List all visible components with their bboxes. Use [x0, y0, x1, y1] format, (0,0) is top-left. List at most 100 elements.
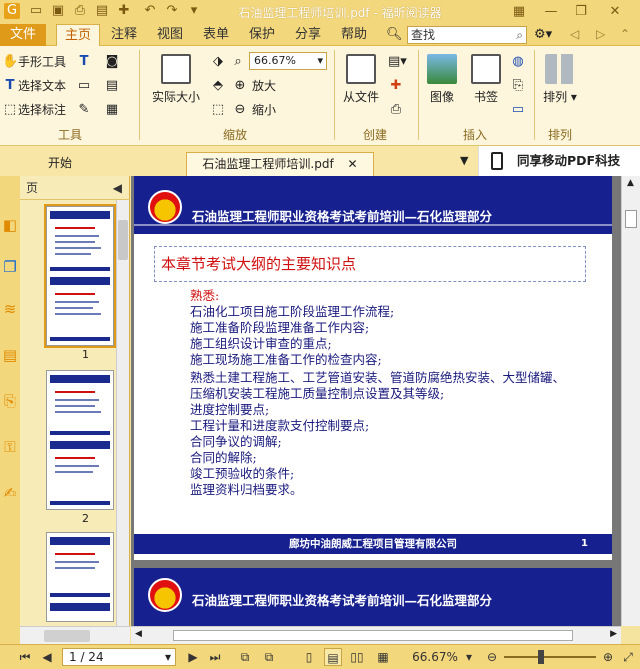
- create-clipboard-icon[interactable]: ✚: [388, 78, 404, 94]
- close-button[interactable]: ✕: [604, 2, 626, 22]
- tab-home[interactable]: 主页: [56, 24, 100, 46]
- typewriter-icon[interactable]: T: [76, 54, 92, 70]
- first-page-icon[interactable]: ⏮: [16, 648, 34, 666]
- tab-view[interactable]: 视图: [150, 24, 190, 46]
- zoom-select[interactable]: 66.67% ▾: [249, 52, 327, 70]
- tab-comment[interactable]: 注释: [104, 24, 144, 46]
- attachments-panel-icon[interactable]: ⎘: [1, 392, 19, 410]
- status-zoom-in-icon[interactable]: ⊕: [600, 648, 616, 666]
- layout-icon[interactable]: ▦: [508, 2, 530, 22]
- panel-hscroll-thumb[interactable]: [44, 630, 90, 642]
- panel-scroll-thumb[interactable]: [118, 220, 128, 260]
- zoom-slider[interactable]: [504, 656, 596, 658]
- signature-panel-icon[interactable]: ✍: [1, 484, 19, 502]
- last-page-icon[interactable]: ⏭: [206, 648, 224, 666]
- tab-help[interactable]: 帮助: [334, 24, 374, 46]
- phone-icon: [491, 152, 503, 170]
- next-page-icon[interactable]: ▶: [184, 648, 202, 666]
- undo-icon[interactable]: ↶: [142, 3, 158, 19]
- save-icon[interactable]: ▣: [50, 3, 66, 19]
- attachment-icon[interactable]: ⎘: [510, 78, 526, 94]
- facing-page-icon[interactable]: ▯▯: [348, 648, 366, 666]
- restore-button[interactable]: ❐: [570, 2, 592, 22]
- hand-tool-button[interactable]: 手形工具: [18, 54, 66, 70]
- zoom-out-button[interactable]: 缩小: [252, 102, 276, 118]
- tab-list-icon[interactable]: ▼: [460, 154, 468, 167]
- page-number-input[interactable]: 1 / 24 ▾: [62, 648, 176, 666]
- page-thumbnail[interactable]: [46, 370, 114, 510]
- close-icon[interactable]: ✕: [348, 157, 358, 171]
- document-hscrollbar[interactable]: ◀ ▶: [131, 626, 621, 644]
- highlight-icon[interactable]: ✎: [76, 102, 92, 118]
- zoom-icon[interactable]: ⌕: [230, 54, 246, 70]
- ribbon-collapse-icon[interactable]: ⌃: [620, 27, 630, 41]
- file-menu[interactable]: 文件: [0, 24, 46, 46]
- tab-start[interactable]: 开始: [30, 152, 90, 176]
- search-input[interactable]: 查找 ⌕: [407, 26, 527, 44]
- continuous-facing-icon[interactable]: ▦: [374, 648, 392, 666]
- panel-hscrollbar[interactable]: [20, 626, 130, 644]
- redo-icon[interactable]: ↷: [164, 3, 180, 19]
- select-text-button[interactable]: 选择文本: [18, 78, 66, 94]
- link-icon[interactable]: ◍: [510, 54, 526, 70]
- create-dropdown-icon[interactable]: ▤▾: [388, 54, 407, 70]
- document-vscrollbar[interactable]: ▲: [621, 176, 640, 626]
- create-scan-icon[interactable]: ⎙: [388, 102, 404, 118]
- actual-size-button[interactable]: 实际大小: [148, 54, 204, 105]
- print-icon[interactable]: ⎙: [72, 3, 88, 19]
- fit-width-icon[interactable]: ⬘: [210, 78, 226, 94]
- note-icon[interactable]: ▭: [76, 78, 92, 94]
- snapshot-icon[interactable]: ◙: [104, 54, 120, 70]
- zoom-slider-handle[interactable]: [538, 650, 544, 664]
- stamp-icon[interactable]: ▦: [104, 102, 120, 118]
- tab-protect[interactable]: 保护: [242, 24, 282, 46]
- continuous-page-icon[interactable]: ▤: [324, 648, 342, 666]
- open-icon[interactable]: ▭: [28, 3, 44, 19]
- pages-panel-icon[interactable]: ❐: [1, 258, 19, 276]
- clipboard-icon[interactable]: ▤: [104, 78, 120, 94]
- prev-view-icon[interactable]: ⧉: [236, 648, 254, 666]
- nav-forward-icon[interactable]: ▷: [596, 27, 605, 41]
- minimize-button[interactable]: —: [540, 2, 562, 22]
- search-icon[interactable]: ⌕: [516, 27, 523, 43]
- tab-form[interactable]: 表单: [196, 24, 236, 46]
- new-icon[interactable]: ✚: [116, 3, 132, 19]
- scroll-right-icon[interactable]: ▶: [610, 629, 617, 639]
- select-annotation-button[interactable]: 选择标注: [18, 102, 66, 118]
- chevron-down-icon[interactable]: ▾: [165, 649, 171, 665]
- scroll-left-icon[interactable]: ◀: [135, 629, 142, 639]
- layers-panel-icon[interactable]: ≋: [1, 300, 19, 318]
- zoom-dropdown-icon[interactable]: ▾: [462, 648, 476, 666]
- scan-icon[interactable]: ▤: [94, 3, 110, 19]
- panel-scrollbar[interactable]: [116, 200, 129, 636]
- fullscreen-icon[interactable]: ⤢: [620, 648, 636, 666]
- fit-page-icon[interactable]: ⬗: [210, 54, 226, 70]
- zoom-in-button[interactable]: 放大: [252, 78, 276, 94]
- next-view-icon[interactable]: ⧉: [260, 648, 278, 666]
- status-zoom-out-icon[interactable]: ⊖: [484, 648, 500, 666]
- gear-icon[interactable]: ⚙▾: [534, 27, 552, 42]
- security-panel-icon[interactable]: ⚿: [1, 438, 19, 456]
- prev-page-icon[interactable]: ◀: [38, 648, 56, 666]
- bookmark-panel-icon[interactable]: ◧: [1, 216, 19, 234]
- tab-current-document[interactable]: 石油监理工程师培训.pdf ✕: [186, 152, 374, 176]
- video-icon[interactable]: ▭: [510, 102, 526, 118]
- document-vscroll-thumb[interactable]: [625, 210, 637, 228]
- from-file-button[interactable]: 从文件: [338, 54, 384, 105]
- collapse-panel-icon[interactable]: ◀: [113, 176, 122, 200]
- tab-share[interactable]: 分享: [288, 24, 328, 46]
- comments-panel-icon[interactable]: ▤: [1, 346, 19, 364]
- page-thumbnail[interactable]: [44, 204, 116, 348]
- fit-visible-icon[interactable]: ⬚: [210, 102, 226, 118]
- single-page-icon[interactable]: ▯: [300, 648, 318, 666]
- document-hscroll-thumb[interactable]: [173, 630, 573, 641]
- scroll-up-icon[interactable]: ▲: [627, 178, 634, 188]
- image-button[interactable]: 图像: [424, 54, 460, 105]
- mobile-pdf-button[interactable]: 同享移动PDF科技: [478, 146, 640, 176]
- find-icon[interactable]: 🔍︎: [386, 27, 403, 42]
- document-view[interactable]: 石油监理工程师职业资格考试考前培训—石化监理部分 本章节考试大纲的主要知识点 熟…: [131, 176, 621, 626]
- arrange-button[interactable]: 排列 ▾: [540, 54, 580, 105]
- nav-back-icon[interactable]: ◁: [570, 27, 579, 41]
- bookmark-button[interactable]: 书签: [468, 54, 504, 105]
- page-thumbnail[interactable]: [46, 532, 114, 622]
